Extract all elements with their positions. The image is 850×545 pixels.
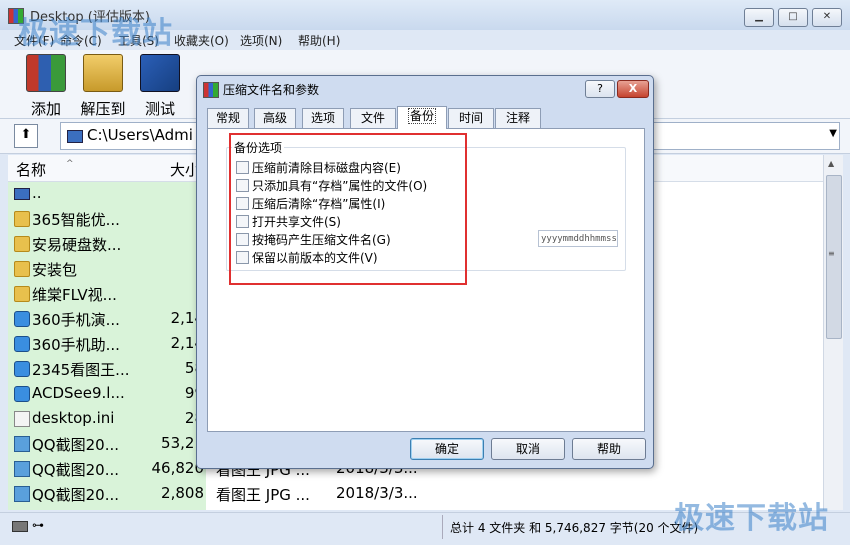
close-button[interactable]: ✕ <box>812 8 842 27</box>
cell-size: 46,820 <box>151 459 205 477</box>
cell-name: QQ截图20... <box>32 486 120 504</box>
status-summary: 总计 4 文件夹 和 5,746,827 字节(20 个文件) <box>450 521 699 535</box>
cell-name: 360手机助... <box>32 336 120 354</box>
tab-time[interactable]: 时间 <box>448 108 494 128</box>
cell-date: 2018/3/3... <box>336 484 418 502</box>
tab-advanced[interactable]: 高级 <box>254 108 296 128</box>
status-separator <box>442 515 443 539</box>
cell-name: ACDSee9.l... <box>32 384 125 402</box>
cell-size: 28 <box>184 409 204 427</box>
cell-name: QQ截图20... <box>32 461 120 479</box>
tab-general[interactable]: 常规 <box>207 108 249 128</box>
app-icon <box>14 361 30 377</box>
folder-icon <box>14 261 30 277</box>
cell-size: 53,21 <box>161 434 204 452</box>
key-icon: ⊶ <box>32 518 44 532</box>
cancel-button[interactable]: 取消 <box>491 438 565 460</box>
cell-size: 2,14 <box>170 334 204 352</box>
menu-help[interactable]: 帮助(H) <box>298 32 340 49</box>
jpg-file-icon <box>14 461 30 477</box>
add-button[interactable]: 添加 <box>18 54 74 119</box>
column-header-name[interactable]: 名称 <box>16 159 46 180</box>
annotation-highlight-box <box>229 133 467 285</box>
cell-name: 安易硬盘数... <box>32 236 122 254</box>
watermark-bottom-right: 极速下载站 <box>674 501 829 536</box>
tab-options[interactable]: 选项 <box>302 108 344 128</box>
up-folder-button[interactable]: ⬆ <box>14 124 38 148</box>
cell-size: 58 <box>184 359 204 377</box>
ok-button[interactable]: 确定 <box>410 438 484 460</box>
archive-name-params-dialog: 压缩文件名和参数 ? X 常规 高级 选项 文件 备份 时间 注释 备份选项 压… <box>196 75 654 469</box>
cell-type: 看图王 JPG ... <box>216 486 310 504</box>
ini-file-icon <box>14 411 30 427</box>
scroll-grip-icon: ≡ <box>828 249 835 258</box>
cell-name: QQ截图20... <box>32 436 120 454</box>
menu-favorites[interactable]: 收藏夹(O) <box>174 32 229 49</box>
cell-name: 365智能优... <box>32 211 120 229</box>
tab-backup[interactable]: 备份 <box>397 106 447 129</box>
cell-name: 维棠FLV视... <box>32 286 117 304</box>
cell-name: 360手机演... <box>32 311 120 329</box>
cell-size: 2,14 <box>170 309 204 327</box>
folder-icon <box>14 286 30 302</box>
cell-size: 2,808 <box>161 484 204 502</box>
restore-button[interactable]: □ <box>778 8 808 27</box>
jpg-file-icon <box>14 436 30 452</box>
parent-folder-icon <box>14 188 30 200</box>
cell-name: 2345看图王... <box>32 361 130 379</box>
mask-format-input[interactable]: yyyymmddhhmmss <box>538 230 618 247</box>
app-icon <box>14 336 30 352</box>
winrar-dialog-icon <box>203 82 219 98</box>
menu-options[interactable]: 选项(N) <box>240 32 282 49</box>
jpg-file-icon <box>14 486 30 502</box>
computer-icon <box>67 130 83 143</box>
chevron-down-icon[interactable]: ▼ <box>829 128 837 139</box>
add-archive-icon <box>26 54 66 92</box>
extract-to-button[interactable]: 解压到 <box>75 54 131 119</box>
disk-icon <box>12 521 28 532</box>
folder-icon <box>14 211 30 227</box>
test-icon <box>140 54 180 92</box>
minimize-button[interactable]: ▁ <box>744 8 774 27</box>
tab-comment[interactable]: 注释 <box>495 108 541 128</box>
tab-files[interactable]: 文件 <box>350 108 396 128</box>
watermark-top-left: 极速下载站 <box>18 16 173 51</box>
cell-name: 安装包 <box>32 261 78 279</box>
help-button[interactable]: 帮助 <box>572 438 646 460</box>
cell-name: .. <box>32 184 42 202</box>
folder-icon <box>14 236 30 252</box>
dialog-help-button[interactable]: ? <box>585 80 615 98</box>
scroll-up-arrow-icon[interactable]: ▲ <box>828 159 834 168</box>
dialog-close-button[interactable]: X <box>617 80 649 98</box>
path-text: C:\Users\Admi <box>87 126 193 144</box>
app-icon <box>14 311 30 327</box>
app-icon <box>14 386 30 402</box>
sort-ascending-icon: ^ <box>66 159 74 169</box>
extract-to-icon <box>83 54 123 92</box>
cell-name: desktop.ini <box>32 409 115 427</box>
vertical-scrollbar[interactable]: ▲ ≡ <box>823 155 843 510</box>
test-button[interactable]: 测试 <box>132 54 188 119</box>
dialog-title-bar: 压缩文件名和参数 ? X <box>197 76 653 102</box>
dialog-title: 压缩文件名和参数 <box>223 83 320 97</box>
cell-size: 99 <box>184 384 204 402</box>
